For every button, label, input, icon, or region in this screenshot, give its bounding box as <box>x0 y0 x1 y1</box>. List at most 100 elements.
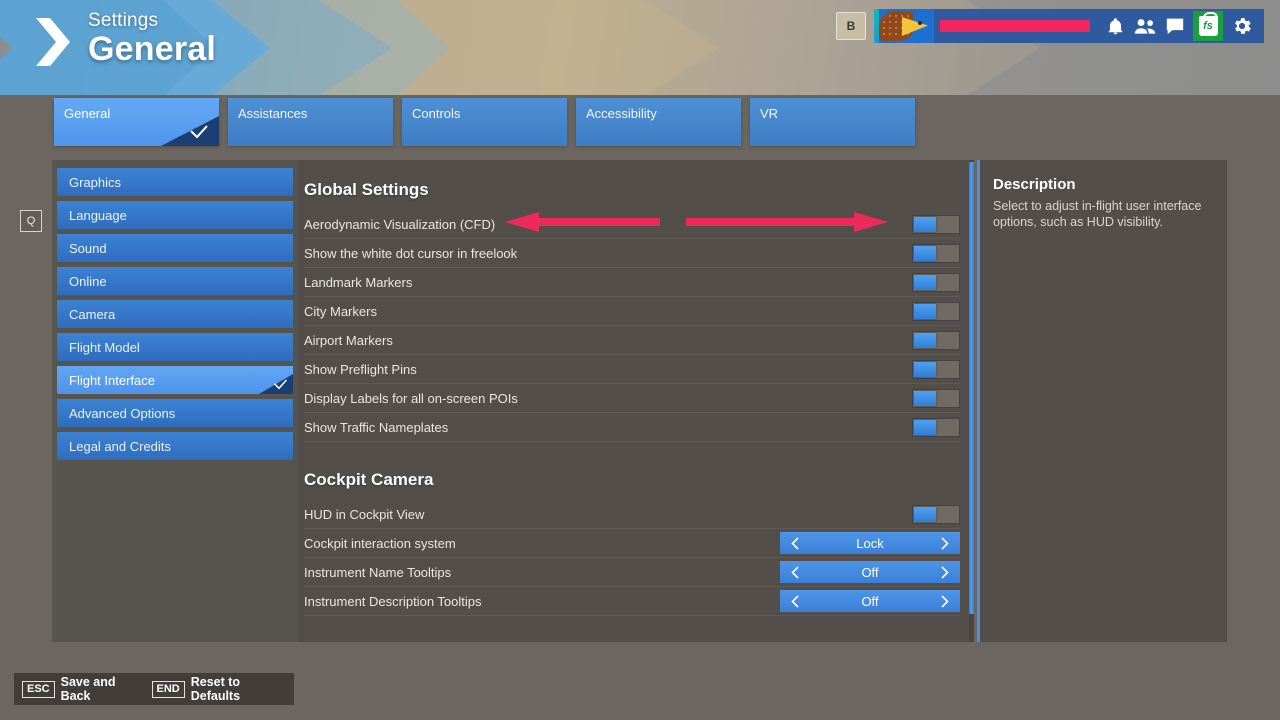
tab-label: Controls <box>412 106 461 121</box>
setting-row[interactable]: Aerodynamic Visualization (CFD) <box>304 210 960 239</box>
sidebar-item-label: Camera <box>69 306 116 322</box>
footer-action-label[interactable]: Reset to Defaults <box>191 675 282 703</box>
tab-label: General <box>64 106 111 121</box>
sidebar-item-graphics[interactable]: Graphics <box>57 168 293 196</box>
setting-row[interactable]: Airport Markers <box>304 326 960 355</box>
setting-label: Display Labels for all on-screen POIs <box>304 390 518 406</box>
settings-screen: Settings General B fs Q General Assistan… <box>0 0 1280 720</box>
setting-row[interactable]: City Markers <box>304 297 960 326</box>
sidebar-item-sound[interactable]: Sound <box>57 234 293 262</box>
option-spinner[interactable]: Lock <box>780 532 960 554</box>
setting-label: HUD in Cockpit View <box>304 506 425 522</box>
setting-row[interactable]: Instrument Name Tooltips Off <box>304 558 960 587</box>
sidebar-item-legal-and-credits[interactable]: Legal and Credits <box>57 432 293 460</box>
toggle-switch[interactable] <box>912 388 960 408</box>
sidebar-item-online[interactable]: Online <box>57 267 293 295</box>
setting-label: Cockpit interaction system <box>304 535 456 551</box>
content-scrollbar-thumb[interactable] <box>969 162 974 614</box>
footer-actions: ESC Save and Back END Reset to Defaults <box>14 673 294 705</box>
tab-vr[interactable]: VR <box>750 98 915 146</box>
setting-label: Instrument Name Tooltips <box>304 564 452 580</box>
spinner-value: Off <box>861 593 879 609</box>
content-scrollbar[interactable] <box>969 160 974 642</box>
tab-general[interactable]: General <box>54 98 219 146</box>
chevron-right-icon[interactable] <box>934 532 956 554</box>
setting-label: Show Preflight Pins <box>304 361 417 377</box>
friends-icon[interactable] <box>1130 9 1160 43</box>
sidebar-item-label: Language <box>69 207 127 223</box>
toggle-switch[interactable] <box>912 504 960 524</box>
chevron-right-icon <box>30 14 78 70</box>
option-spinner[interactable]: Off <box>780 590 960 612</box>
setting-label: Show the white dot cursor in freelook <box>304 245 518 261</box>
sidebar-item-label: Sound <box>69 240 107 256</box>
settings-content: Global Settings Aerodynamic Visualization… <box>298 160 974 642</box>
avatar[interactable] <box>874 9 934 43</box>
sidebar-item-advanced-options[interactable]: Advanced Options <box>57 399 293 427</box>
chevron-left-icon[interactable] <box>784 532 806 554</box>
setting-row[interactable]: Show Traffic Nameplates <box>304 413 960 442</box>
tab-label: Assistances <box>238 106 308 121</box>
page-subtitle: Settings <box>88 10 159 31</box>
toggle-switch[interactable] <box>912 359 960 379</box>
sidebar-item-label: Flight Model <box>69 339 140 355</box>
username-redacted <box>940 20 1090 32</box>
tab-label: VR <box>760 106 779 121</box>
toggle-switch[interactable] <box>912 417 960 437</box>
setting-label: Instrument Description Tooltips <box>304 593 482 609</box>
sidebar-item-flight-interface[interactable]: Flight Interface <box>57 366 293 394</box>
toggle-knob <box>914 245 936 261</box>
sidebar-item-language[interactable]: Language <box>57 201 293 229</box>
footer-key: END <box>151 680 185 698</box>
bell-icon[interactable] <box>1100 9 1130 43</box>
option-spinner[interactable]: Off <box>780 561 960 583</box>
tab-accessibility[interactable]: Accessibility <box>576 98 741 146</box>
toggle-switch[interactable] <box>912 330 960 350</box>
toggle-knob <box>914 419 936 435</box>
sidebar-item-label: Flight Interface <box>69 372 155 388</box>
toggle-switch[interactable] <box>912 301 960 321</box>
setting-row[interactable]: Instrument Description Tooltips Off <box>304 587 960 616</box>
sidebar-item-label: Online <box>69 273 107 289</box>
toggle-knob <box>914 216 936 232</box>
key-hint-b: B <box>836 12 866 40</box>
setting-row[interactable]: Landmark Markers <box>304 268 960 297</box>
setting-label: Airport Markers <box>304 332 393 348</box>
page-title: Settings General <box>88 10 216 68</box>
setting-row[interactable]: HUD in Cockpit View <box>304 500 960 529</box>
setting-row[interactable]: Show Preflight Pins <box>304 355 960 384</box>
toggle-switch[interactable] <box>912 214 960 234</box>
spinner-value: Off <box>861 564 879 580</box>
check-icon <box>189 125 209 142</box>
setting-row[interactable]: Cockpit interaction system Lock <box>304 529 960 558</box>
setting-row[interactable]: Show the white dot cursor in freelook <box>304 239 960 268</box>
footer-action-label[interactable]: Save and Back <box>61 675 140 703</box>
toggle-knob <box>914 332 936 348</box>
page-title-text: General <box>88 30 217 68</box>
chevron-left-icon[interactable] <box>784 561 806 583</box>
marketplace-bag-icon[interactable]: fs <box>1193 11 1223 41</box>
setting-label: Landmark Markers <box>304 274 413 290</box>
toggle-switch[interactable] <box>912 243 960 263</box>
footer-key: ESC <box>22 680 55 698</box>
chevron-right-icon[interactable] <box>934 590 956 612</box>
sidebar-item-camera[interactable]: Camera <box>57 300 293 328</box>
gear-icon[interactable] <box>1226 9 1258 43</box>
sidebar-item-label: Legal and Credits <box>69 438 171 454</box>
toggle-knob <box>914 390 936 406</box>
tab-controls[interactable]: Controls <box>402 98 567 146</box>
setting-row[interactable]: Display Labels for all on-screen POIs <box>304 384 960 413</box>
chat-icon[interactable] <box>1160 9 1190 43</box>
chevron-left-icon[interactable] <box>784 590 806 612</box>
sidebar-item-flight-model[interactable]: Flight Model <box>57 333 293 361</box>
settings-sidebar: Graphics Language Sound Online Camera Flight … <box>52 160 298 642</box>
tab-label: Accessibility <box>586 106 657 121</box>
toggle-knob <box>914 274 936 290</box>
check-icon <box>273 378 288 393</box>
account-toolbar: B fs <box>836 8 1264 44</box>
tab-assistances[interactable]: Assistances <box>228 98 393 146</box>
toggle-switch[interactable] <box>912 272 960 292</box>
key-hint-q[interactable]: Q <box>20 210 42 232</box>
chevron-right-icon[interactable] <box>934 561 956 583</box>
account-strip[interactable]: fs <box>874 9 1264 43</box>
